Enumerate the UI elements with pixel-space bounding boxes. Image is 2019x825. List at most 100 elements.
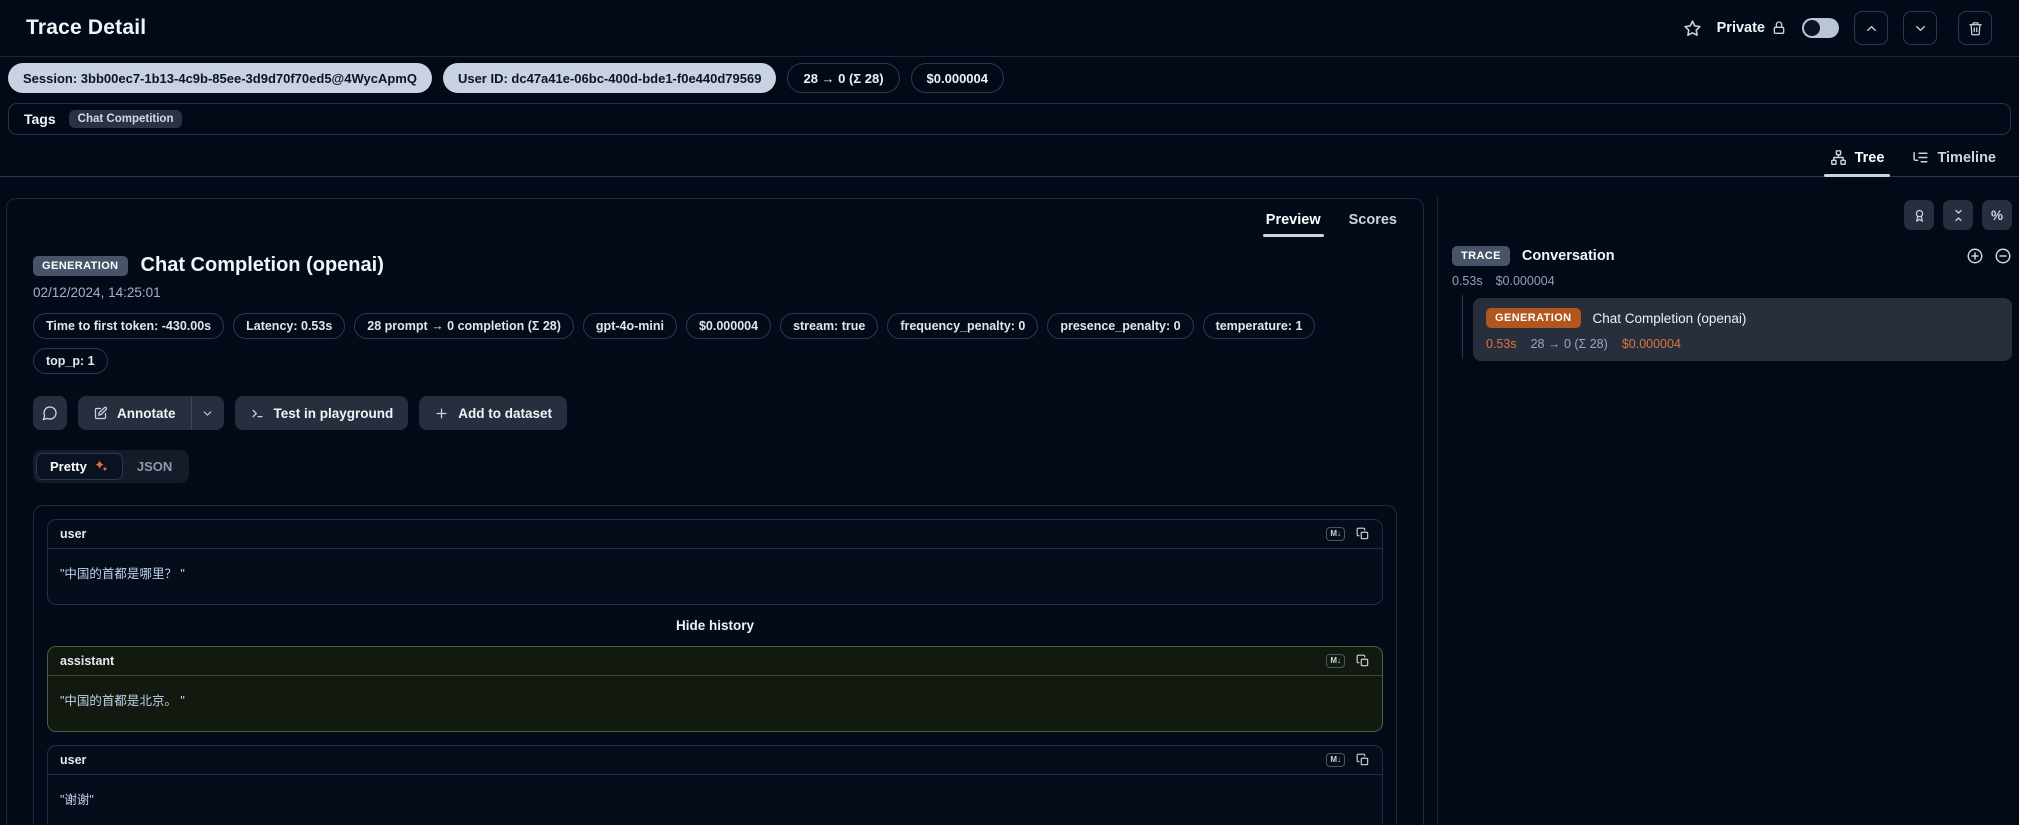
trace-root-row[interactable]: TRACE Conversation bbox=[1452, 246, 2012, 266]
trace-metrics: 0.53s $0.000004 bbox=[1452, 274, 2012, 288]
expand-all-icon[interactable] bbox=[1966, 247, 1984, 265]
message-user-2: user M↓ "谢谢" bbox=[47, 745, 1383, 825]
annotate-dropdown-button[interactable] bbox=[192, 396, 224, 430]
observation-metric-badges: Time to first token: -430.00s Latency: 0.… bbox=[33, 313, 1391, 374]
generation-cost: $0.000004 bbox=[1622, 337, 1681, 351]
message-assistant: assistant M↓ "中国的首都是北京。 " bbox=[47, 646, 1383, 732]
markdown-toggle-icon[interactable]: M↓ bbox=[1326, 753, 1345, 767]
format-json-button[interactable]: JSON bbox=[123, 453, 186, 480]
generation-tokens: 28 → 0 (Σ 28) bbox=[1531, 337, 1608, 351]
percent-icon: % bbox=[1991, 208, 2003, 223]
trash-icon bbox=[1968, 21, 1983, 36]
message-user-1: user M↓ "中国的首都是哪里？ " bbox=[47, 519, 1383, 605]
metric-badge: Time to first token: -430.00s bbox=[33, 313, 224, 339]
privacy-label: Private bbox=[1717, 20, 1765, 36]
page-title: Trace Detail bbox=[26, 16, 146, 40]
tab-preview[interactable]: Preview bbox=[1266, 212, 1321, 237]
message-role: user bbox=[60, 527, 86, 541]
trace-latency: 0.53s bbox=[1452, 274, 1483, 288]
add-to-dataset-label: Add to dataset bbox=[458, 406, 552, 421]
metrics-toggle-button[interactable]: % bbox=[1982, 200, 2012, 230]
user-id-badge[interactable]: User ID: dc47a41e-06bc-400d-bde1-f0e440d… bbox=[443, 63, 777, 93]
observation-title: Chat Completion (openai) bbox=[141, 254, 384, 277]
comment-bubble-icon bbox=[42, 405, 58, 421]
annotate-pencil-icon bbox=[93, 406, 108, 421]
test-in-playground-button[interactable]: Test in playground bbox=[235, 396, 409, 430]
tags-label: Tags bbox=[24, 111, 56, 127]
format-toggle: Pretty JSON bbox=[33, 450, 189, 483]
next-trace-button[interactable] bbox=[1903, 11, 1937, 45]
chevron-up-icon bbox=[1864, 21, 1879, 36]
collapse-all-button[interactable] bbox=[1943, 200, 1973, 230]
copy-icon[interactable] bbox=[1356, 654, 1370, 668]
comment-button[interactable] bbox=[33, 396, 67, 430]
medal-icon bbox=[1912, 208, 1927, 223]
message-content: "中国的首都是哪里？ " bbox=[48, 549, 1382, 604]
tab-scores[interactable]: Scores bbox=[1349, 212, 1397, 237]
observation-type-badge: GENERATION bbox=[33, 256, 128, 276]
markdown-toggle-icon[interactable]: M↓ bbox=[1326, 654, 1345, 668]
chevron-down-icon bbox=[201, 407, 214, 420]
metric-badge: 28 prompt → 0 completion (Σ 28) bbox=[354, 313, 574, 339]
main-content: Preview Scores GENERATION Chat Completio… bbox=[0, 177, 2019, 822]
tree-icon bbox=[1830, 149, 1847, 166]
metric-badge: gpt-4o-mini bbox=[583, 313, 677, 339]
observation-tabs: Preview Scores bbox=[7, 199, 1423, 237]
trace-cost: $0.000004 bbox=[1496, 274, 1555, 288]
annotate-split-button: Annotate bbox=[78, 396, 224, 430]
tab-tree-label: Tree bbox=[1855, 150, 1885, 166]
toggle-knob bbox=[1804, 20, 1820, 36]
markdown-toggle-icon[interactable]: M↓ bbox=[1326, 527, 1345, 541]
generation-node-metrics: 0.53s 28 → 0 (Σ 28) $0.000004 bbox=[1486, 337, 1999, 351]
delete-trace-button[interactable] bbox=[1958, 11, 1992, 45]
hide-history-button[interactable]: Hide history bbox=[47, 618, 1383, 633]
total-cost-badge: $0.000004 bbox=[911, 63, 1004, 93]
observation-actions: Annotate Test in playground Add to datas… bbox=[33, 396, 1397, 430]
io-preview: user M↓ "中国的首都是哪里？ " Hide history assist… bbox=[33, 505, 1397, 825]
copy-icon[interactable] bbox=[1356, 527, 1370, 541]
annotate-button[interactable]: Annotate bbox=[78, 396, 191, 430]
observation-header: GENERATION Chat Completion (openai) bbox=[33, 254, 1397, 277]
add-to-dataset-button[interactable]: Add to dataset bbox=[419, 396, 567, 430]
tags-list: Chat Competition bbox=[69, 110, 183, 128]
generation-latency: 0.53s bbox=[1486, 337, 1517, 351]
tag-chip[interactable]: Chat Competition bbox=[69, 110, 183, 128]
trace-tree-panel: % TRACE Conversation 0.53s $0.000004 GEN… bbox=[1452, 200, 2012, 361]
tags-bar: Tags Chat Competition bbox=[8, 103, 2011, 135]
observation-node-selected[interactable]: GENERATION Chat Completion (openai) 0.53… bbox=[1473, 298, 2012, 361]
page-header: Trace Detail Private bbox=[0, 0, 2019, 57]
terminal-icon bbox=[250, 406, 265, 421]
token-usage-badge: 28 → 0 (Σ 28) bbox=[787, 63, 899, 93]
trace-children: GENERATION Chat Completion (openai) 0.53… bbox=[1452, 298, 2012, 361]
message-role: assistant bbox=[60, 654, 114, 668]
lock-icon bbox=[1771, 20, 1787, 36]
tab-timeline-label: Timeline bbox=[1937, 150, 1996, 166]
trace-type-badge: TRACE bbox=[1452, 246, 1510, 266]
tab-tree[interactable]: Tree bbox=[1819, 149, 1896, 176]
metric-badge: temperature: 1 bbox=[1203, 313, 1316, 339]
trace-title: Conversation bbox=[1522, 248, 1615, 264]
metric-badge: Latency: 0.53s bbox=[233, 313, 345, 339]
metric-badge: $0.000004 bbox=[686, 313, 771, 339]
format-pretty-button[interactable]: Pretty bbox=[36, 453, 123, 480]
sparkles-icon bbox=[94, 459, 109, 474]
session-badge[interactable]: Session: 3bb00ec7-1b13-4c9b-85ee-3d9d70f… bbox=[8, 63, 432, 93]
collapse-node-icon[interactable] bbox=[1994, 247, 2012, 265]
scores-display-button[interactable] bbox=[1904, 200, 1934, 230]
trace-meta-badges: Session: 3bb00ec7-1b13-4c9b-85ee-3d9d70f… bbox=[8, 63, 2019, 93]
message-role: user bbox=[60, 753, 86, 767]
observation-timestamp: 02/12/2024, 14:25:01 bbox=[33, 285, 1397, 300]
favorite-star-button[interactable] bbox=[1683, 19, 1702, 38]
copy-icon[interactable] bbox=[1356, 753, 1370, 767]
metric-badge: presence_penalty: 0 bbox=[1047, 313, 1193, 339]
tab-timeline[interactable]: Timeline bbox=[1901, 149, 2007, 176]
public-sharing-toggle[interactable] bbox=[1802, 18, 1839, 38]
panel-divider bbox=[1437, 197, 1438, 825]
tree-toolbar: % bbox=[1452, 200, 2012, 230]
view-switcher: Tree Timeline bbox=[0, 135, 2019, 177]
star-icon bbox=[1683, 19, 1702, 38]
tree-connector-line bbox=[1462, 295, 1463, 359]
previous-trace-button[interactable] bbox=[1854, 11, 1888, 45]
pretty-label: Pretty bbox=[50, 459, 87, 474]
message-content: "谢谢" bbox=[48, 775, 1382, 825]
